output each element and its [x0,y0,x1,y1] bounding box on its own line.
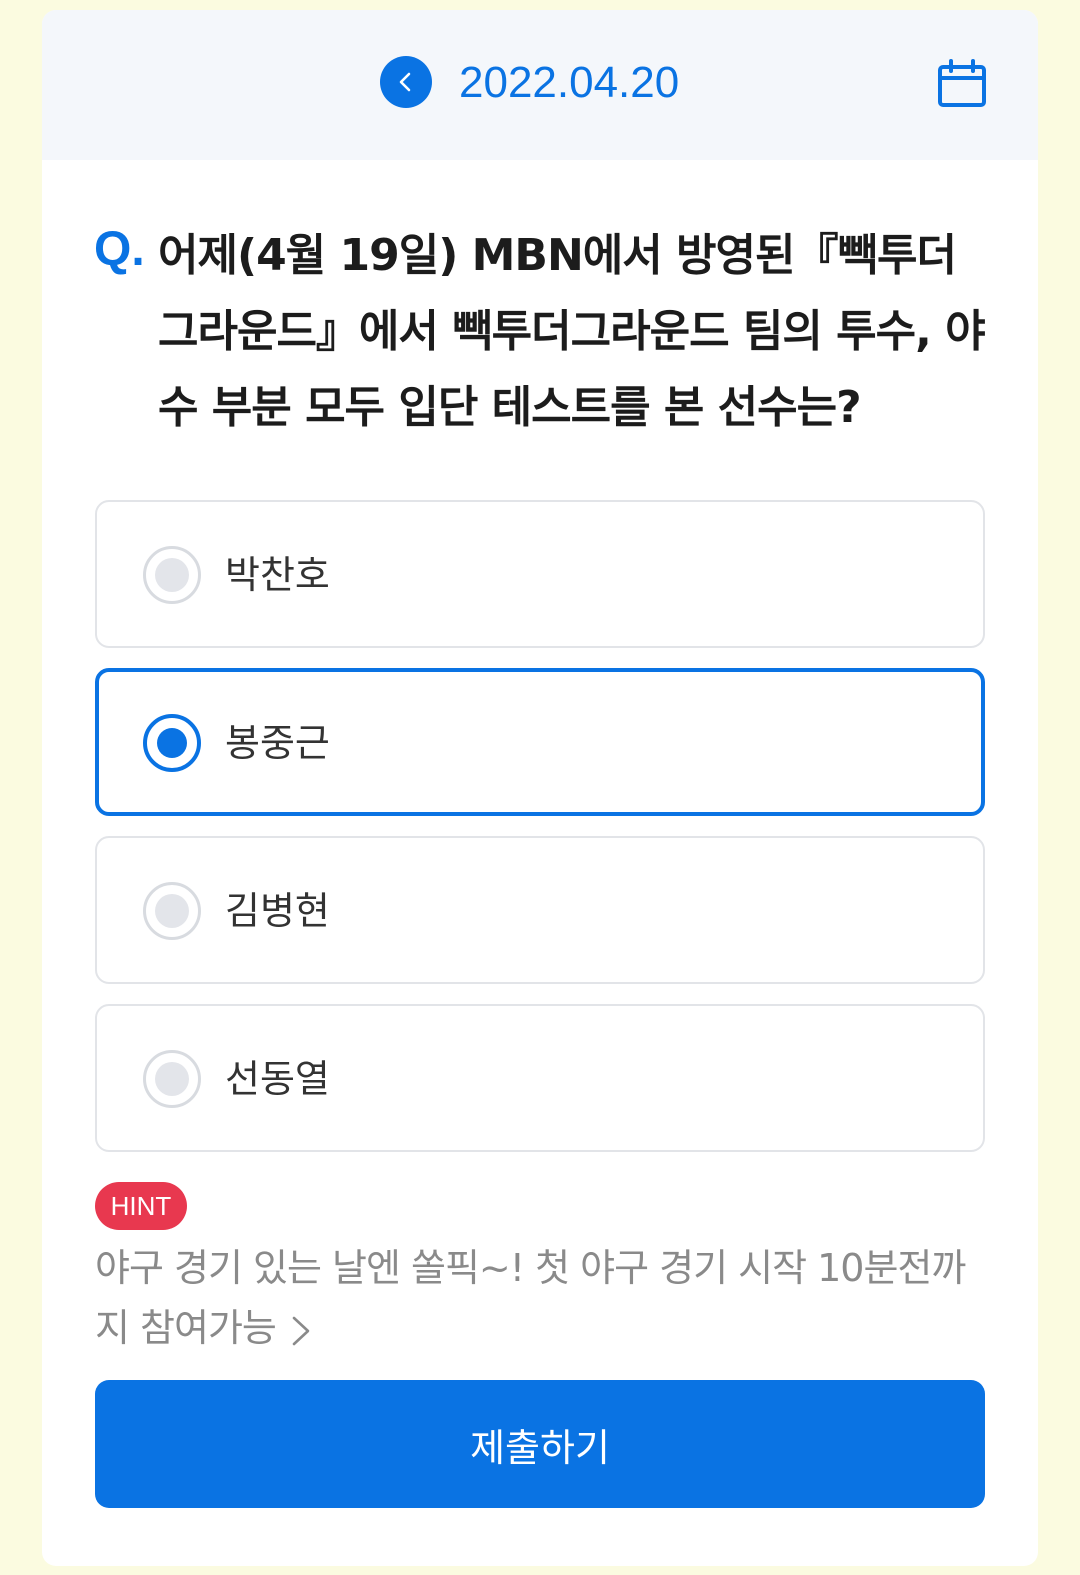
current-date: 2022.04.20 [459,58,680,107]
submit-button[interactable]: 제출하기 [95,1380,985,1508]
option-label: 봉중근 [225,721,330,765]
radio-button[interactable] [143,1050,201,1108]
previous-date-button[interactable] [380,56,432,108]
chevron-right-icon [292,1316,310,1345]
option-label: 박찬호 [225,553,330,597]
radio-button-selected[interactable] [143,714,201,772]
question-marker: Q. [94,223,145,276]
calendar-button[interactable] [936,58,988,110]
hint-link[interactable]: 야구 경기 있는 날엔 쏠픽~! 첫 야구 경기 시작 10분전까지 참여가능 [95,1238,995,1358]
answer-option-3[interactable]: 김병현 [95,836,985,984]
radio-button[interactable] [143,882,201,940]
chevron-left-icon [399,72,411,92]
answer-option-2[interactable]: 봉중근 [95,668,985,816]
quiz-card: 2022.04.20 Q. 어제(4월 19일) MBN에서 방영된『빽투더 그… [42,10,1038,1566]
hint-badge: HINT [95,1182,187,1230]
option-label: 선동열 [225,1057,330,1101]
question-text: 어제(4월 19일) MBN에서 방영된『빽투더 그라운드』에서 빽투더그라운드… [158,230,986,433]
radio-button[interactable] [143,546,201,604]
answer-option-4[interactable]: 선동열 [95,1004,985,1152]
date-header: 2022.04.20 [42,10,1038,160]
answer-option-1[interactable]: 박찬호 [95,500,985,648]
hint-text: 야구 경기 있는 날엔 쏠픽~! 첫 야구 경기 시작 10분전까지 참여가능 [95,1246,966,1350]
calendar-icon [938,59,986,107]
submit-label: 제출하기 [470,1425,610,1470]
option-label: 김병현 [225,889,330,933]
